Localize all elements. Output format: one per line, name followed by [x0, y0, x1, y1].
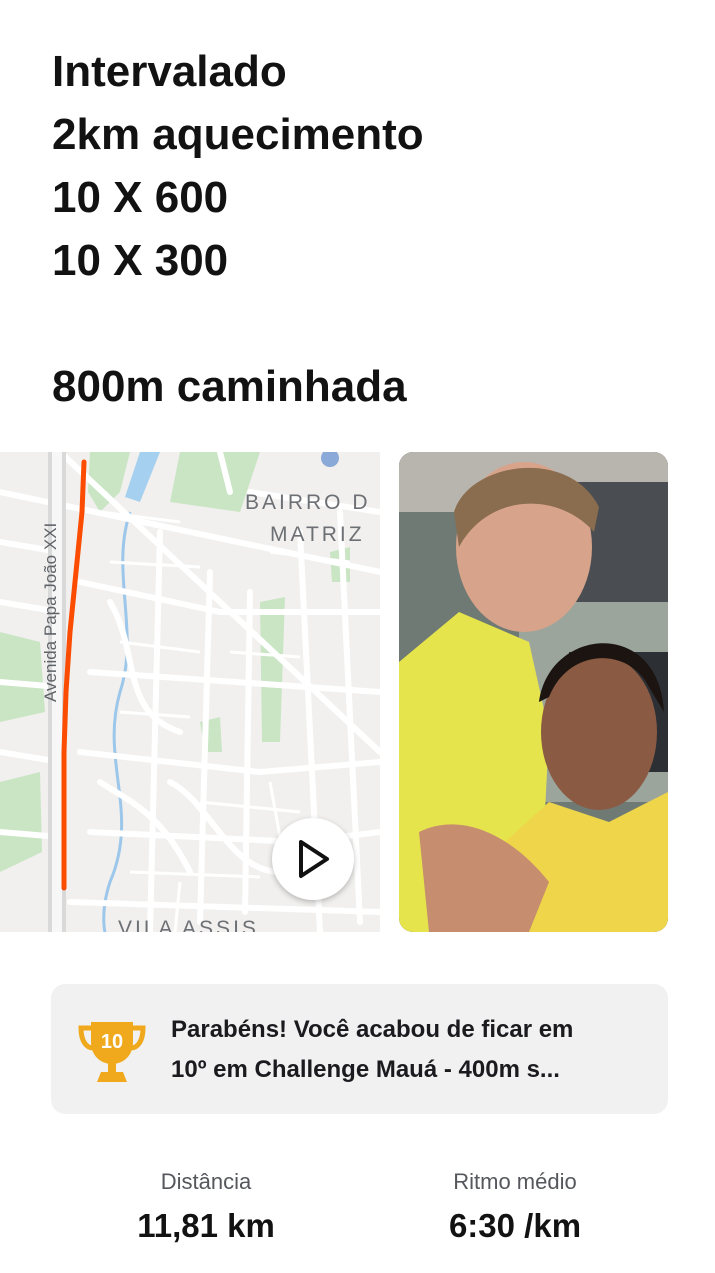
play-button[interactable]	[272, 818, 354, 900]
selfie-photo	[399, 452, 668, 932]
description-line: 2km aquecimento	[52, 110, 424, 159]
description-line: Intervalado	[52, 47, 287, 96]
street-label: Avenida Papa João XXI	[41, 523, 60, 702]
stat-distance: Distância 11,81 km	[86, 1168, 326, 1246]
activity-photo[interactable]	[399, 452, 668, 932]
achievement-card[interactable]: 10 Parabéns! Você acabou de ficar em 10º…	[51, 984, 668, 1114]
achievement-line: 10º em Challenge Mauá - 400m s...	[171, 1056, 560, 1083]
play-icon	[299, 840, 329, 878]
description-line: 10 X 300	[52, 236, 229, 285]
neighborhood-label: MATRIZ	[270, 523, 365, 546]
achievement-line: Parabéns! Você acabou de ficar em	[171, 1016, 574, 1043]
activity-description: Intervalado 2km aquecimento 10 X 600 10 …	[52, 40, 672, 418]
description-line: 10 X 600	[52, 173, 229, 222]
stat-label: Ritmo médio	[453, 1169, 577, 1194]
description-blank-line	[52, 292, 672, 355]
trophy-icon: 10	[78, 1022, 146, 1082]
stat-value: 6:30 /km	[448, 1207, 582, 1244]
stat-value: 11,81 km	[137, 1207, 275, 1244]
stat-label: Distância	[160, 1169, 252, 1194]
description-line: 800m caminhada	[52, 362, 407, 411]
trophy-badge: 10	[101, 1031, 123, 1053]
achievement-text: Parabéns! Você acabou de ficar em 10º em…	[171, 1010, 651, 1090]
neighborhood-label: VILA ASSIS	[118, 917, 259, 932]
stat-pace: Ritmo médio 6:30 /km	[395, 1168, 635, 1246]
media-carousel[interactable]: Avenida Papa João XXI BAIRRO D MATRIZ VI…	[0, 452, 715, 932]
neighborhood-label: BAIRRO D	[245, 491, 371, 514]
